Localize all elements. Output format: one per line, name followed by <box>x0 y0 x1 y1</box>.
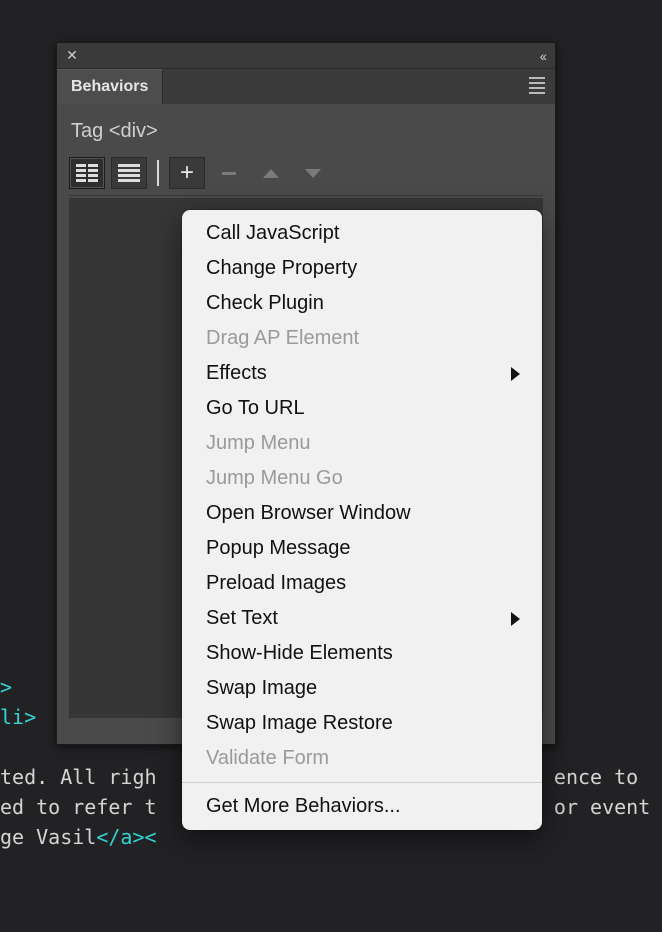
tag-prefix: Tag <box>71 120 109 142</box>
menu-item-preload-images[interactable]: Preload Images <box>182 566 542 601</box>
menu-item-label: Change Property <box>206 257 357 280</box>
view-list-button[interactable] <box>111 157 147 189</box>
move-down-button[interactable] <box>295 157 331 189</box>
menu-item-popup-message[interactable]: Popup Message <box>182 531 542 566</box>
minus-icon <box>222 172 236 175</box>
remove-behavior-button[interactable] <box>211 157 247 189</box>
menu-item-validate-form: Validate Form <box>182 741 542 776</box>
menu-item-label: Go To URL <box>206 397 305 420</box>
tag-indicator: Tag <div> <box>69 114 543 157</box>
menu-item-open-browser-window[interactable]: Open Browser Window <box>182 496 542 531</box>
add-behavior-button[interactable]: + <box>169 157 205 189</box>
menu-item-effects[interactable]: Effects <box>182 356 542 391</box>
menu-separator <box>182 782 542 783</box>
menu-item-label: Effects <box>206 362 267 385</box>
hamburger-icon <box>529 77 545 94</box>
menu-item-label: Swap Image <box>206 677 317 700</box>
menu-item-check-plugin[interactable]: Check Plugin <box>182 286 542 321</box>
triangle-down-icon <box>305 169 321 178</box>
menu-item-label: Preload Images <box>206 572 346 595</box>
menu-item-swap-image-restore[interactable]: Swap Image Restore <box>182 706 542 741</box>
menu-item-label: Call JavaScript <box>206 222 339 245</box>
menu-item-swap-image[interactable]: Swap Image <box>182 671 542 706</box>
panel-tab-strip: Behaviors <box>57 69 555 104</box>
menu-item-label: Jump Menu <box>206 432 311 455</box>
triangle-up-icon <box>263 169 279 178</box>
list-icon <box>118 164 140 182</box>
menu-item-call-javascript[interactable]: Call JavaScript <box>182 216 542 251</box>
menu-item-label: Popup Message <box>206 537 351 560</box>
code-frag: </a> <box>96 825 144 849</box>
menu-item-drag-ap-element: Drag AP Element <box>182 321 542 356</box>
code-frag: ed to refer t <box>0 795 157 819</box>
behaviors-toolbar: + <box>69 157 543 196</box>
tab-behaviors[interactable]: Behaviors <box>57 69 163 104</box>
code-frag: ge Vasil <box>0 825 96 849</box>
menu-item-label: Set Text <box>206 607 278 630</box>
menu-item-jump-menu-go: Jump Menu Go <box>182 461 542 496</box>
menu-item-label: Get More Behaviors... <box>206 795 401 818</box>
menu-item-set-text[interactable]: Set Text <box>182 601 542 636</box>
code-frag: > <box>0 675 12 699</box>
menu-item-get-more-behaviors[interactable]: Get More Behaviors... <box>182 789 542 824</box>
plus-icon: + <box>180 161 194 185</box>
menu-item-show-hide-elements[interactable]: Show-Hide Elements <box>182 636 542 671</box>
code-frag: li <box>0 705 24 729</box>
menu-item-label: Drag AP Element <box>206 327 359 350</box>
menu-item-label: Swap Image Restore <box>206 712 393 735</box>
collapse-icon[interactable]: ‹‹ <box>540 48 549 64</box>
panel-flyout-menu-button[interactable] <box>519 69 555 104</box>
columns-icon <box>76 164 98 182</box>
code-frag: or event <box>554 795 650 819</box>
menu-item-jump-menu: Jump Menu <box>182 426 542 461</box>
tag-value: <div> <box>109 120 158 142</box>
code-frag: ted. All righ <box>0 765 157 789</box>
panel-titlebar: ✕ ‹‹ <box>57 43 555 69</box>
toolbar-divider <box>157 160 159 186</box>
view-columns-button[interactable] <box>69 157 105 189</box>
close-icon[interactable]: ✕ <box>63 47 81 65</box>
tab-label: Behaviors <box>71 78 148 95</box>
menu-item-label: Check Plugin <box>206 292 324 315</box>
add-behavior-menu: Call JavaScript Change Property Check Pl… <box>182 210 542 830</box>
code-frag: < <box>145 825 157 849</box>
menu-item-label: Validate Form <box>206 747 329 770</box>
menu-item-go-to-url[interactable]: Go To URL <box>182 391 542 426</box>
code-frag: ence to <box>554 765 650 789</box>
menu-item-change-property[interactable]: Change Property <box>182 251 542 286</box>
menu-item-label: Jump Menu Go <box>206 467 343 490</box>
code-frag: > <box>24 705 36 729</box>
move-up-button[interactable] <box>253 157 289 189</box>
menu-item-label: Show-Hide Elements <box>206 642 393 665</box>
menu-item-label: Open Browser Window <box>206 502 411 525</box>
